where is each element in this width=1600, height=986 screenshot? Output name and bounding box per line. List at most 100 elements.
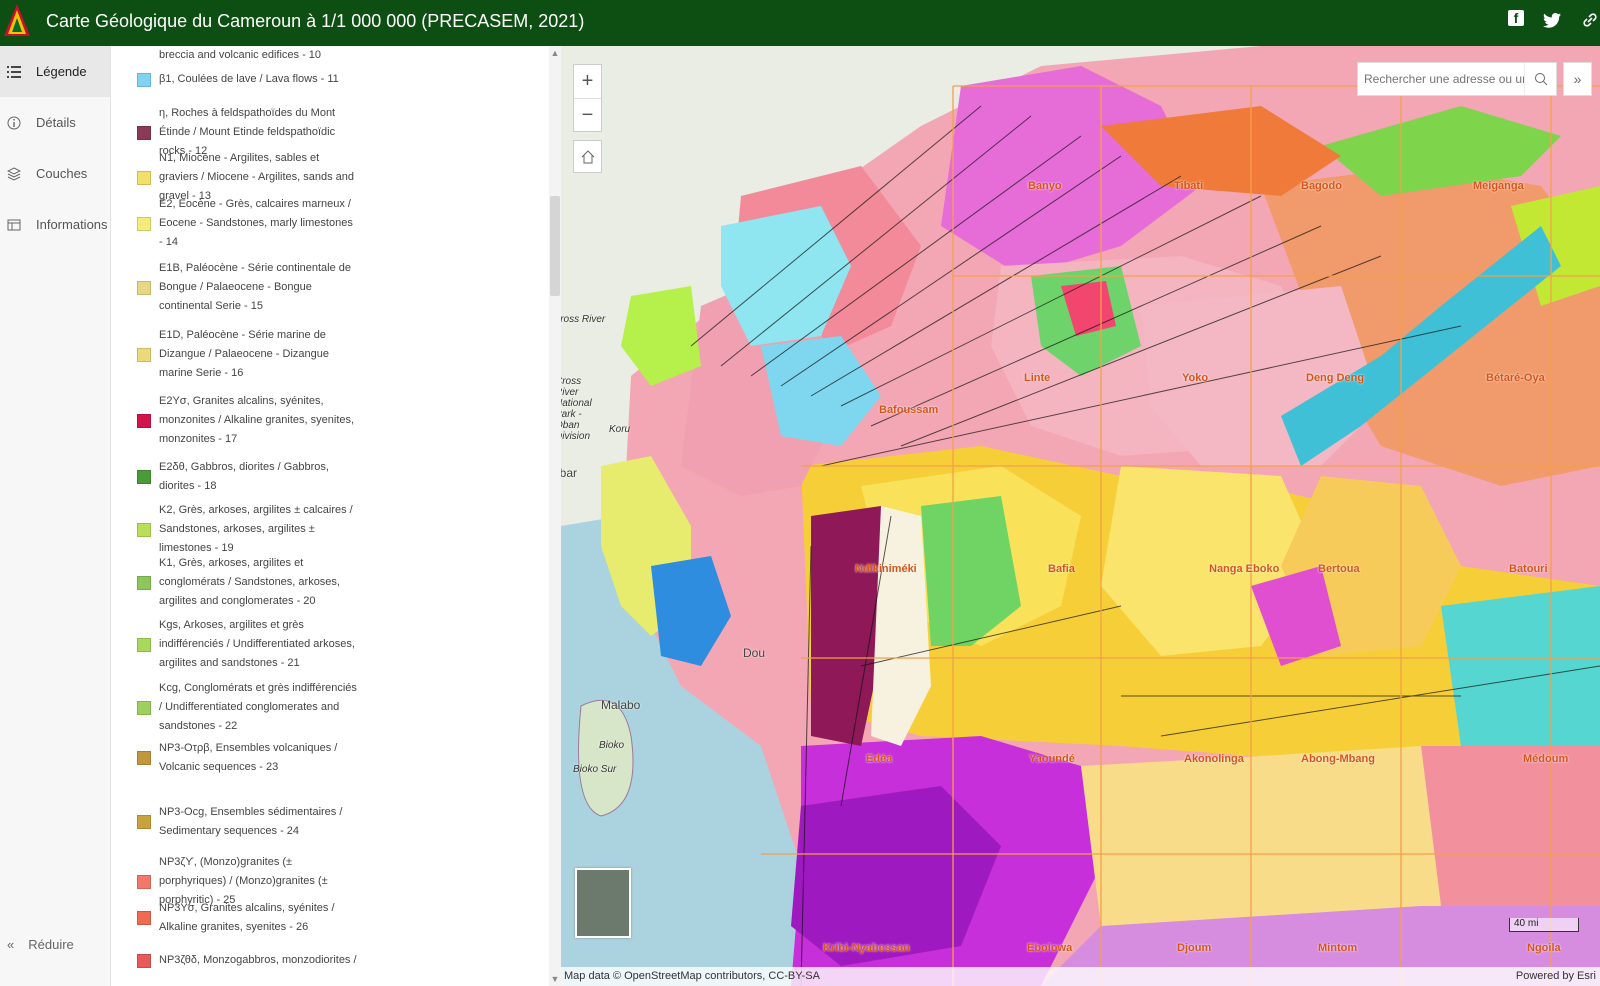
legend-panel: breccia and volcanic edifices - 10 β1, Co… [111, 46, 549, 986]
powered-by-link[interactable]: Powered by Esri [1516, 967, 1596, 986]
legend-swatch [137, 700, 151, 715]
nav-item-legende[interactable]: Légende [0, 46, 110, 97]
table-icon [7, 219, 21, 230]
basemap-label: Malabo [601, 698, 641, 712]
place-label: Mintom [1318, 942, 1358, 954]
legend-item: Kcg, Conglomérats et grès indifférenciés… [137, 679, 359, 736]
legend-label: E2δθ, Gabbros, diorites / Gabbros, diori… [159, 461, 329, 492]
legend-label: β1, Coulées de lave / Lava flows - 11 [159, 73, 339, 85]
place-label: Bafia [1048, 563, 1075, 575]
scroll-up-icon[interactable]: ▲ [550, 48, 560, 58]
geologic-map-canvas[interactable] [561, 46, 1600, 986]
place-label: Edéa [866, 753, 893, 765]
basemap-label: Cross River National Park - Oban Divisio… [561, 376, 592, 442]
search-box [1357, 62, 1557, 96]
link-icon[interactable] [1580, 10, 1600, 30]
app-header: Carte Géologique du Cameroun à 1/1 000 0… [0, 0, 1600, 46]
scale-bar: 40 mi [1509, 918, 1579, 932]
legend-label: NP3ζθδ, Monzogabbros, monzodiorites / [159, 954, 357, 966]
legend-item: E1B, Paléocène - Série continentale de B… [137, 259, 359, 316]
collapse-button[interactable]: « Réduire [7, 937, 74, 952]
zoom-in-button[interactable]: + [574, 65, 601, 98]
nav-label: Informations [36, 217, 108, 232]
side-nav: Légende Détails Couches Informations « R… [0, 46, 111, 986]
nav-item-couches[interactable]: Couches [0, 148, 110, 199]
nav-label: Détails [36, 115, 76, 130]
place-label: Yoko [1182, 372, 1209, 384]
place-label: Bagodo [1301, 180, 1342, 192]
legend-label: Kgs, Arkoses, argilites et grès indiffér… [159, 619, 355, 669]
place-label: Linte [1024, 372, 1051, 384]
legend-swatch [137, 575, 151, 590]
place-label: Abong-Mbang [1301, 753, 1375, 765]
place-label: Bétaré-Oya [1486, 372, 1545, 384]
legend-label: E2Yσ, Granites alcalins, syénites, monzo… [159, 395, 355, 445]
place-label: Yaoundé [1029, 753, 1075, 765]
legend-scrollbar[interactable]: ▲ ▼ [549, 46, 561, 986]
legend-item: Kgs, Arkoses, argilites et grès indiffér… [137, 616, 359, 673]
search-input[interactable] [1358, 72, 1524, 86]
legend-item: breccia and volcanic edifices - 10 [137, 46, 359, 65]
basemap-label: Bioko [599, 740, 625, 751]
legend-swatch [137, 216, 151, 231]
legend-label: breccia and volcanic edifices - 10 [159, 49, 322, 61]
twitter-icon[interactable] [1542, 10, 1562, 30]
legend-swatch [137, 522, 151, 537]
header-share-icons: f [1508, 10, 1600, 30]
double-chevron-left-icon: « [7, 937, 15, 952]
legend-item: β1, Coulées de lave / Lava flows - 11 [137, 70, 359, 89]
basemap-label: Cross River [561, 314, 606, 325]
basemap-toggle[interactable] [575, 868, 631, 938]
layers-icon [7, 166, 21, 181]
legend-swatch [137, 72, 151, 87]
basemap-label: Koru [609, 424, 631, 435]
collapse-label: Réduire [28, 937, 74, 952]
place-label: Ebolowa [1027, 942, 1073, 954]
attribution-text: Map data © OpenStreetMap contributors, C… [564, 970, 820, 982]
nav-item-details[interactable]: Détails [0, 97, 110, 148]
zoom-out-button[interactable]: − [574, 98, 601, 131]
legend-item: E2δθ, Gabbros, diorites / Gabbros, diori… [137, 458, 359, 496]
legend-item: NP3-Oτρβ, Ensembles volcaniques / Volcan… [137, 739, 359, 777]
legend-label: NP3-Ocg, Ensembles sédimentaires / Sedim… [159, 806, 343, 837]
search-button[interactable] [1524, 63, 1556, 95]
legend-swatch [137, 125, 151, 140]
legend-label: E2, Eocène - Grès, calcaires marneux / E… [159, 198, 353, 248]
place-label: Ngoila [1527, 942, 1561, 954]
legend-item: K2, Grès, arkoses, argilites ± calcaires… [137, 501, 359, 558]
place-label: Meiganga [1473, 180, 1524, 192]
legend-label: E1B, Paléocène - Série continentale de B… [159, 262, 352, 312]
home-icon [581, 149, 594, 163]
facebook-icon[interactable]: f [1508, 10, 1524, 26]
zoom-control: + − [573, 64, 602, 132]
page-title: Carte Géologique du Cameroun à 1/1 000 0… [46, 11, 585, 31]
legend-item: NP3Yσ, Granites alcalins, syénites / Alk… [137, 899, 359, 937]
home-button[interactable] [573, 140, 602, 173]
nav-label: Couches [36, 166, 88, 181]
legend-swatch [137, 815, 151, 829]
scroll-down-icon[interactable]: ▼ [550, 974, 560, 984]
place-label: Tibati [1174, 180, 1204, 192]
nav-item-informations[interactable]: Informations [0, 199, 110, 250]
legend-swatch [137, 637, 151, 652]
nav-label: Légende [36, 64, 87, 79]
place-label: Djoum [1177, 942, 1212, 954]
scrollbar-thumb[interactable] [550, 196, 560, 296]
basemap-label: Bioko Sur [573, 764, 617, 775]
place-label: Batouri [1509, 563, 1548, 575]
double-chevron-right-icon: » [1573, 71, 1582, 87]
legend-label: E1D, Paléocène - Série marine de Dizangu… [159, 329, 330, 379]
place-label: Bertoua [1318, 563, 1360, 575]
place-label: Nanga Eboko [1209, 563, 1280, 575]
place-label: Bafoussam [879, 404, 939, 416]
legend-item: NP3ζθδ, Monzogabbros, monzodiorites / [137, 951, 359, 970]
search-icon [1534, 73, 1547, 86]
map-view[interactable]: Banyo Tibati Bagodo Meiganga Linte Yoko Deng D… [561, 46, 1600, 986]
logo-icon [4, 4, 30, 36]
info-icon [7, 116, 21, 129]
legend-label: NP3Yσ, Granites alcalins, syénites / Alk… [159, 902, 335, 933]
place-label: Akonolinga [1184, 753, 1244, 765]
expand-button[interactable]: » [1563, 62, 1592, 96]
legend-item: NP3-Ocg, Ensembles sédimentaires / Sedim… [137, 803, 359, 841]
legend-swatch [137, 751, 151, 765]
